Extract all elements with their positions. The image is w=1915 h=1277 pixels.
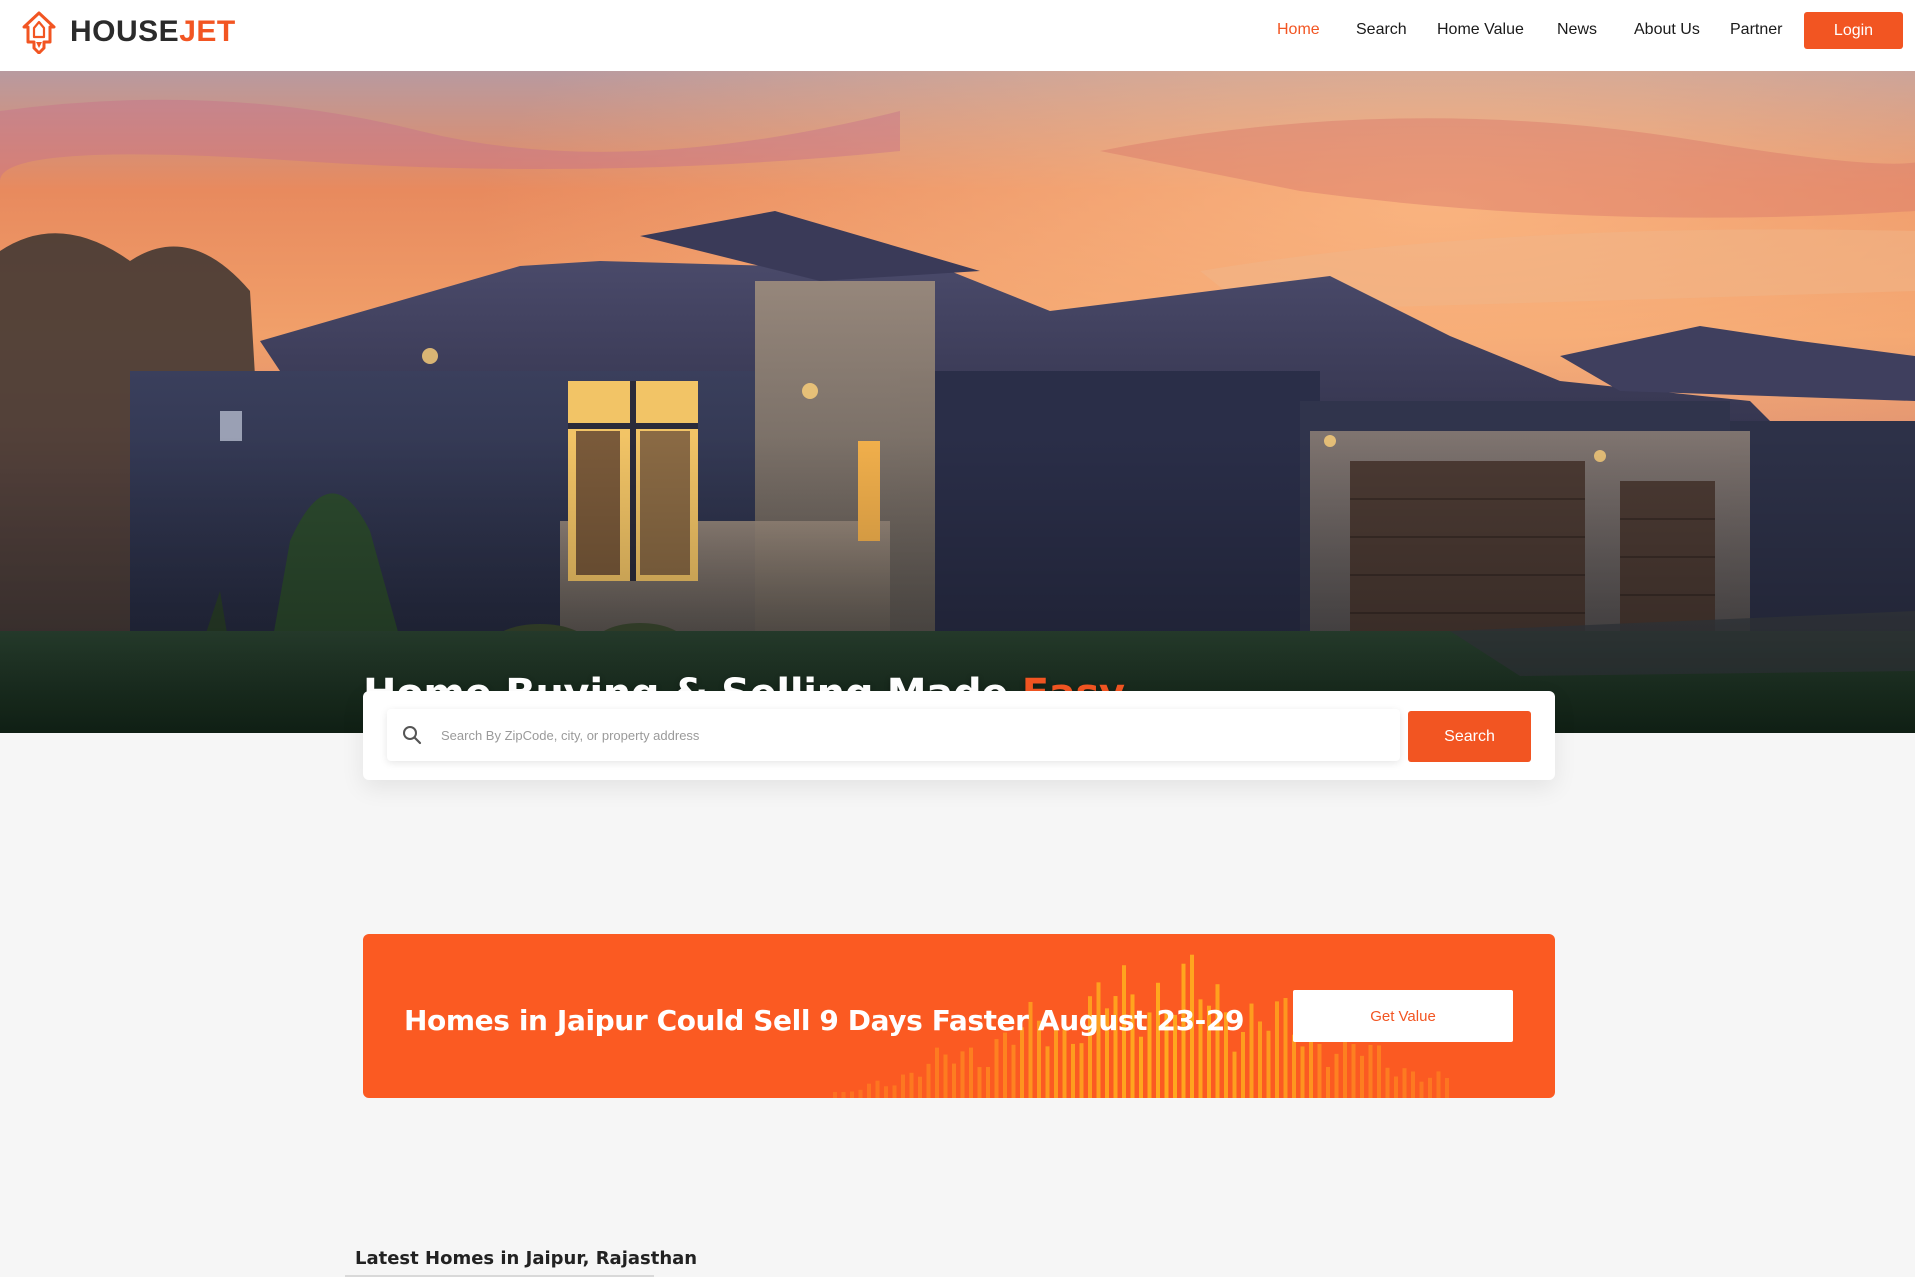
house-rocket-logo-icon <box>22 11 56 54</box>
decorative-bar <box>1139 1036 1143 1098</box>
nav-item-news[interactable]: News <box>1557 21 1597 39</box>
search-card: Search <box>363 691 1555 780</box>
decorative-bar <box>969 1047 973 1098</box>
decorative-bar <box>1343 1033 1347 1098</box>
decorative-bar <box>1011 1044 1016 1098</box>
logo-text: HOUSEJET <box>70 15 236 49</box>
logo-text-jet: JET <box>179 15 236 48</box>
decorative-bar <box>1360 1055 1364 1098</box>
decorative-bar <box>1351 1044 1356 1098</box>
decorative-bar <box>1266 1030 1271 1098</box>
search-input[interactable] <box>441 709 1201 761</box>
decorative-bar <box>1292 1034 1296 1098</box>
decorative-bar <box>960 1051 965 1098</box>
decorative-bar <box>1402 1068 1407 1098</box>
login-button[interactable]: Login <box>1804 12 1903 49</box>
decorative-bar <box>1419 1081 1424 1098</box>
decorative-bar <box>1079 1043 1084 1098</box>
nav-item-search[interactable]: Search <box>1356 21 1407 39</box>
decorative-bar <box>1377 1045 1381 1098</box>
decorative-bar <box>1394 1076 1398 1098</box>
decorative-bar <box>1326 1066 1330 1098</box>
decorative-bar <box>935 1047 939 1098</box>
decorative-bar <box>986 1067 990 1098</box>
decorative-bar <box>1156 982 1160 1098</box>
decorative-bar <box>952 1063 956 1098</box>
decorative-bar <box>1411 1071 1415 1098</box>
decorative-bar <box>1045 1046 1050 1098</box>
decorative-bar <box>1215 984 1220 1098</box>
decorative-bar <box>1232 1051 1237 1098</box>
decorative-bar <box>875 1080 880 1098</box>
decorative-bar <box>858 1089 863 1098</box>
decorative-bar <box>1003 1032 1007 1098</box>
search-field[interactable] <box>387 709 1400 761</box>
nav-item-about-us[interactable]: About Us <box>1634 21 1700 39</box>
search-icon <box>403 726 422 745</box>
decorative-bar <box>909 1072 914 1098</box>
hero-banner: Home Buying & Selling Made Easy <box>0 71 1915 733</box>
decorative-bar <box>841 1092 846 1098</box>
decorative-bar <box>892 1085 897 1098</box>
search-button[interactable]: Search <box>1408 711 1531 762</box>
decorative-bar <box>918 1076 922 1098</box>
decorative-bar <box>1300 1046 1305 1098</box>
house-photo-image <box>0 71 1915 733</box>
nav-item-home[interactable]: Home <box>1277 21 1320 39</box>
decorative-bar <box>1445 1077 1449 1098</box>
decorative-bar <box>926 1063 931 1098</box>
decorative-bar <box>1258 1021 1262 1098</box>
decorative-bar <box>1385 1067 1390 1098</box>
decorative-bar <box>833 1092 837 1098</box>
decorative-bar <box>943 1054 948 1098</box>
promo-text: Homes in Jaipur Could Sell 9 Days Faster… <box>404 1004 1245 1037</box>
decorative-bar <box>1317 1044 1322 1098</box>
decorative-bar <box>1368 1044 1373 1098</box>
logo-text-house: HOUSE <box>70 15 180 48</box>
site-header: HOUSEJET Home Search Home Value News Abo… <box>0 0 1915 71</box>
decorative-bar <box>1275 1001 1279 1098</box>
decorative-bar <box>901 1074 905 1098</box>
decorative-bar <box>1249 1003 1254 1098</box>
decorative-bar <box>1428 1077 1432 1098</box>
decorative-bar <box>1241 1032 1245 1098</box>
logo[interactable]: HOUSEJET <box>20 10 236 54</box>
decorative-bar <box>884 1086 888 1098</box>
promo-banner: Homes in Jaipur Could Sell 9 Days Faster… <box>363 934 1555 1098</box>
decorative-bar <box>977 1067 982 1098</box>
latest-homes-heading: Latest Homes in Jaipur, Rajasthan <box>355 1248 698 1269</box>
decorative-bar <box>867 1083 871 1098</box>
decorative-bar <box>1436 1071 1441 1098</box>
decorative-bar <box>1054 1029 1058 1098</box>
get-value-button[interactable]: Get Value <box>1293 990 1513 1042</box>
nav-item-partner[interactable]: Partner <box>1730 21 1782 39</box>
decorative-bar <box>1071 1043 1075 1098</box>
page: HOUSEJET Home Search Home Value News Abo… <box>0 0 1915 1277</box>
decorative-bar <box>1020 1027 1024 1098</box>
decorative-bar <box>850 1091 854 1098</box>
decorative-bar <box>994 1039 999 1098</box>
decorative-bar <box>1334 1053 1339 1098</box>
decorative-bar <box>1283 998 1288 1098</box>
decorative-bar <box>1096 982 1101 1098</box>
nav-item-home-value[interactable]: Home Value <box>1437 21 1524 39</box>
